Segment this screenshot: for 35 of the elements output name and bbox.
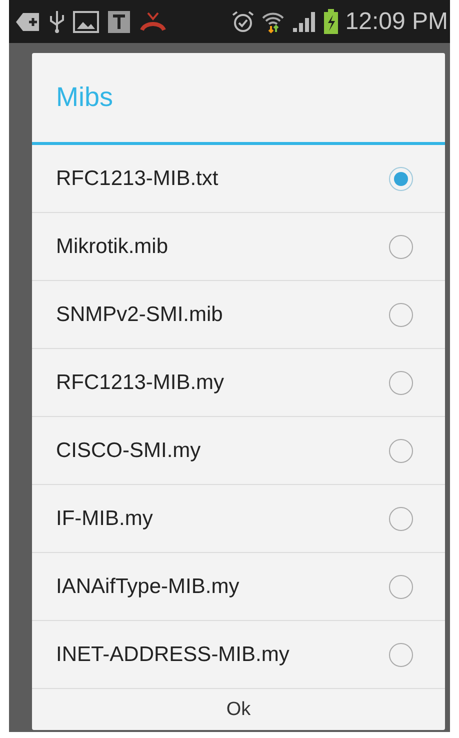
notification-icon (15, 10, 41, 32)
list-item[interactable]: CISCO-SMI.my (32, 417, 445, 485)
list-item[interactable]: INET-ADDRESS-MIB.my (32, 621, 445, 689)
missed-call-icon (139, 10, 167, 34)
option-label: RFC1213-MIB.my (56, 370, 224, 394)
text-icon (107, 10, 131, 34)
list-item[interactable]: SNMPv2-SMI.mib (32, 281, 445, 349)
ok-button[interactable]: Ok (32, 689, 445, 730)
list-item[interactable]: Mikrotik.mib (32, 213, 445, 281)
option-label: Mikrotik.mib (56, 234, 168, 258)
battery-charging-icon (323, 8, 340, 34)
option-label: INET-ADDRESS-MIB.my (56, 642, 290, 666)
usb-icon (49, 10, 65, 34)
alarm-icon (231, 10, 256, 34)
radio-button[interactable] (389, 370, 413, 394)
radio-button[interactable] (389, 438, 413, 462)
option-label: IANAifType-MIB.my (56, 574, 240, 598)
radio-button[interactable] (389, 166, 413, 190)
image-icon (73, 10, 99, 32)
list-item[interactable]: RFC1213-MIB.txt (32, 145, 445, 213)
signal-icon (291, 10, 318, 34)
clock-time: 12:09 PM (345, 8, 448, 36)
radio-button[interactable] (389, 642, 413, 666)
radio-button[interactable] (389, 506, 413, 530)
list-item[interactable]: IANAifType-MIB.my (32, 553, 445, 621)
radio-button[interactable] (389, 574, 413, 598)
radio-button[interactable] (389, 234, 413, 258)
radio-button[interactable] (389, 302, 413, 326)
list-item[interactable]: IF-MIB.my (32, 485, 445, 553)
option-label: SNMPv2-SMI.mib (56, 302, 223, 326)
dialog-title: Mibs (32, 53, 445, 145)
option-label: RFC1213-MIB.txt (56, 166, 218, 190)
option-label: CISCO-SMI.my (56, 438, 201, 462)
option-label: IF-MIB.my (56, 506, 153, 530)
list-item[interactable]: RFC1213-MIB.my (32, 349, 445, 417)
